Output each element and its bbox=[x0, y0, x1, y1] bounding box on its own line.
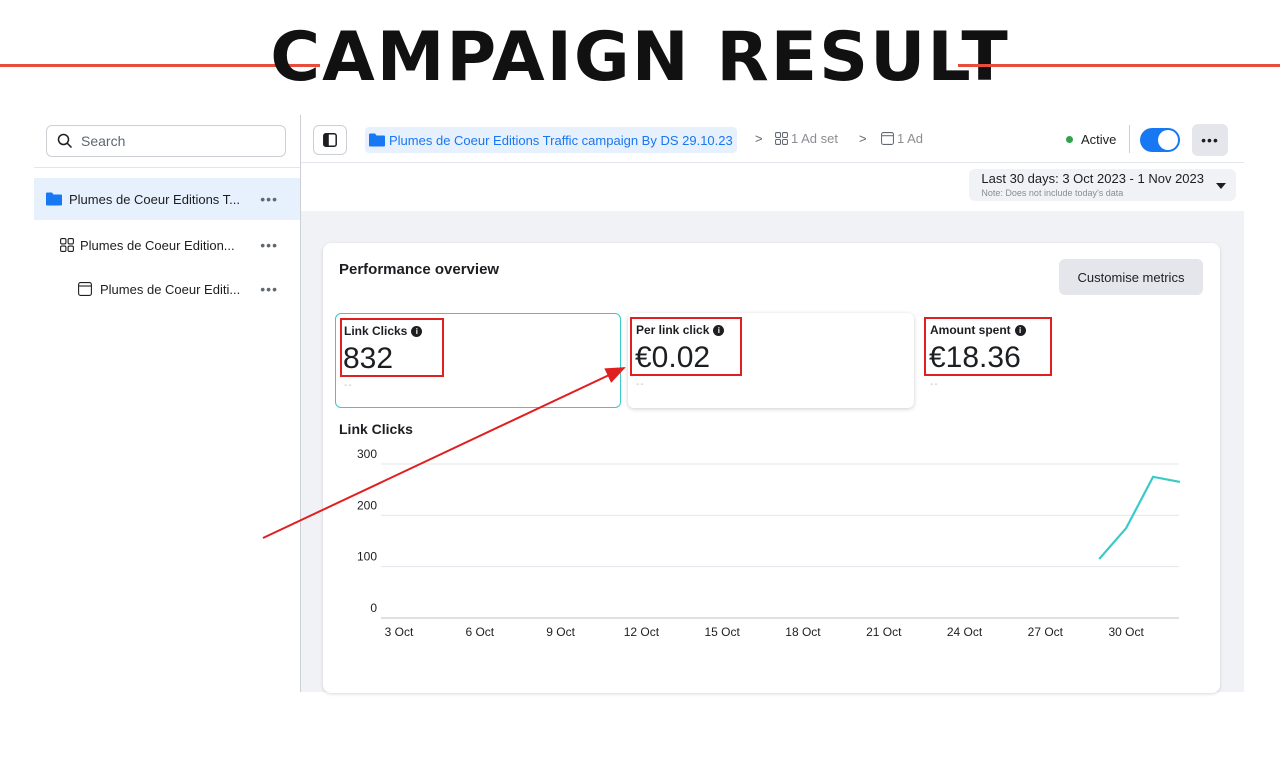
title-rule-right bbox=[958, 64, 1280, 67]
breadcrumb-adset[interactable]: 1 Ad set bbox=[775, 131, 838, 146]
sidebar-panel-icon bbox=[323, 133, 337, 147]
sidebar-item-label: Plumes de Coeur Editi... bbox=[100, 281, 241, 297]
caret-down-icon bbox=[1216, 183, 1226, 189]
more-options-button[interactable]: ••• bbox=[1192, 124, 1228, 156]
sidebar: Search Plumes de Coeur Editions T... •••… bbox=[34, 115, 300, 695]
title-header: CAMPAIGN RESULT bbox=[0, 0, 1280, 110]
status-label: Active bbox=[1081, 132, 1117, 147]
adset-grid-icon bbox=[775, 132, 788, 145]
link-clicks-chart: 300 200 100 0 3 Oct 6 Oct 9 Oct 12 Oct 15 Oct 18 … bbox=[357, 447, 1181, 639]
sidebar-item-label: Plumes de Coeur Edition... bbox=[80, 237, 235, 253]
search-icon bbox=[57, 133, 73, 149]
x-tick-label: 9 Oct bbox=[546, 625, 575, 639]
folder-icon bbox=[369, 133, 385, 147]
metric-compare: -- bbox=[636, 379, 645, 390]
date-bar: Last 30 days: 3 Oct 2023 - 1 Nov 2023 No… bbox=[301, 163, 1244, 211]
status-divider bbox=[1129, 125, 1130, 153]
sidebar-item-more-button[interactable]: ••• bbox=[260, 237, 278, 253]
x-tick-label: 18 Oct bbox=[785, 625, 821, 639]
active-toggle[interactable] bbox=[1140, 128, 1180, 152]
x-tick-label: 3 Oct bbox=[385, 625, 414, 639]
customise-metrics-button[interactable]: Customise metrics bbox=[1059, 259, 1203, 295]
highlight-box bbox=[924, 317, 1052, 376]
date-range-label: Last 30 days: 3 Oct 2023 - 1 Nov 2023 bbox=[981, 171, 1204, 186]
search-input[interactable]: Search bbox=[46, 125, 286, 157]
sidebar-item-label: Plumes de Coeur Editions T... bbox=[69, 191, 241, 207]
toggle-knob bbox=[1158, 130, 1178, 150]
y-tick-label: 0 bbox=[370, 601, 377, 615]
highlight-box bbox=[630, 317, 742, 376]
sidebar-item-more-button[interactable]: ••• bbox=[260, 281, 278, 297]
metric-amount-spent[interactable]: Amount spent i €18.36 -- bbox=[922, 313, 1208, 408]
x-tick-label: 24 Oct bbox=[947, 625, 983, 639]
sidebar-item-adset[interactable]: Plumes de Coeur Edition... ••• bbox=[34, 224, 300, 266]
folder-icon bbox=[46, 192, 62, 206]
metric-compare: -- bbox=[344, 380, 353, 391]
highlight-box bbox=[340, 318, 444, 377]
breadcrumb-separator: > bbox=[755, 131, 763, 146]
x-tick-label: 21 Oct bbox=[866, 625, 902, 639]
x-tick-label: 6 Oct bbox=[465, 625, 494, 639]
x-tick-label: 15 Oct bbox=[704, 625, 740, 639]
breadcrumb-ad-label: 1 Ad bbox=[897, 131, 924, 146]
card-title: Performance overview bbox=[339, 261, 500, 278]
sidebar-divider bbox=[34, 167, 300, 168]
status-badge: Active bbox=[1066, 132, 1116, 147]
performance-overview-card: Performance overview Customise metrics L… bbox=[323, 243, 1220, 693]
chart-title: Link Clicks bbox=[339, 421, 413, 437]
breadcrumb-campaign[interactable]: Plumes de Coeur Editions Traffic campaig… bbox=[365, 127, 737, 153]
breadcrumb-adset-label: 1 Ad set bbox=[791, 131, 838, 146]
y-tick-label: 200 bbox=[357, 498, 377, 512]
search-placeholder: Search bbox=[81, 133, 126, 149]
ad-window-icon bbox=[78, 282, 92, 296]
top-toolbar: Plumes de Coeur Editions Traffic campaig… bbox=[301, 115, 1244, 163]
metric-link-clicks[interactable]: Link Clicks i 832 -- bbox=[335, 313, 621, 408]
sidebar-item-more-button[interactable]: ••• bbox=[260, 191, 278, 207]
breadcrumb-campaign-label: Plumes de Coeur Editions Traffic campaig… bbox=[389, 132, 733, 148]
adset-grid-icon bbox=[60, 238, 74, 252]
breadcrumb-ad[interactable]: 1 Ad bbox=[881, 131, 923, 146]
y-tick-label: 300 bbox=[357, 447, 377, 461]
x-tick-label: 12 Oct bbox=[624, 625, 660, 639]
sidebar-item-ad[interactable]: Plumes de Coeur Editi... ••• bbox=[34, 268, 300, 310]
x-tick-label: 27 Oct bbox=[1028, 625, 1064, 639]
x-tick-label: 30 Oct bbox=[1108, 625, 1144, 639]
metric-per-link-click[interactable]: Per link click i €0.02 -- bbox=[628, 313, 914, 408]
metric-compare: -- bbox=[930, 379, 939, 390]
ad-window-icon bbox=[881, 132, 894, 145]
active-dot-icon bbox=[1066, 136, 1073, 143]
toggle-sidebar-button[interactable] bbox=[313, 125, 347, 155]
page-title: CAMPAIGN RESULT bbox=[270, 18, 1010, 97]
y-tick-label: 100 bbox=[357, 550, 377, 564]
date-range-note: Note: Does not include today's data bbox=[981, 188, 1124, 198]
sidebar-item-campaign[interactable]: Plumes de Coeur Editions T... ••• bbox=[34, 178, 300, 220]
series-line bbox=[1098, 475, 1181, 560]
main-panel: Plumes de Coeur Editions Traffic campaig… bbox=[301, 115, 1244, 693]
date-range-picker[interactable]: Last 30 days: 3 Oct 2023 - 1 Nov 2023 No… bbox=[969, 169, 1236, 201]
breadcrumb-separator: > bbox=[859, 131, 867, 146]
